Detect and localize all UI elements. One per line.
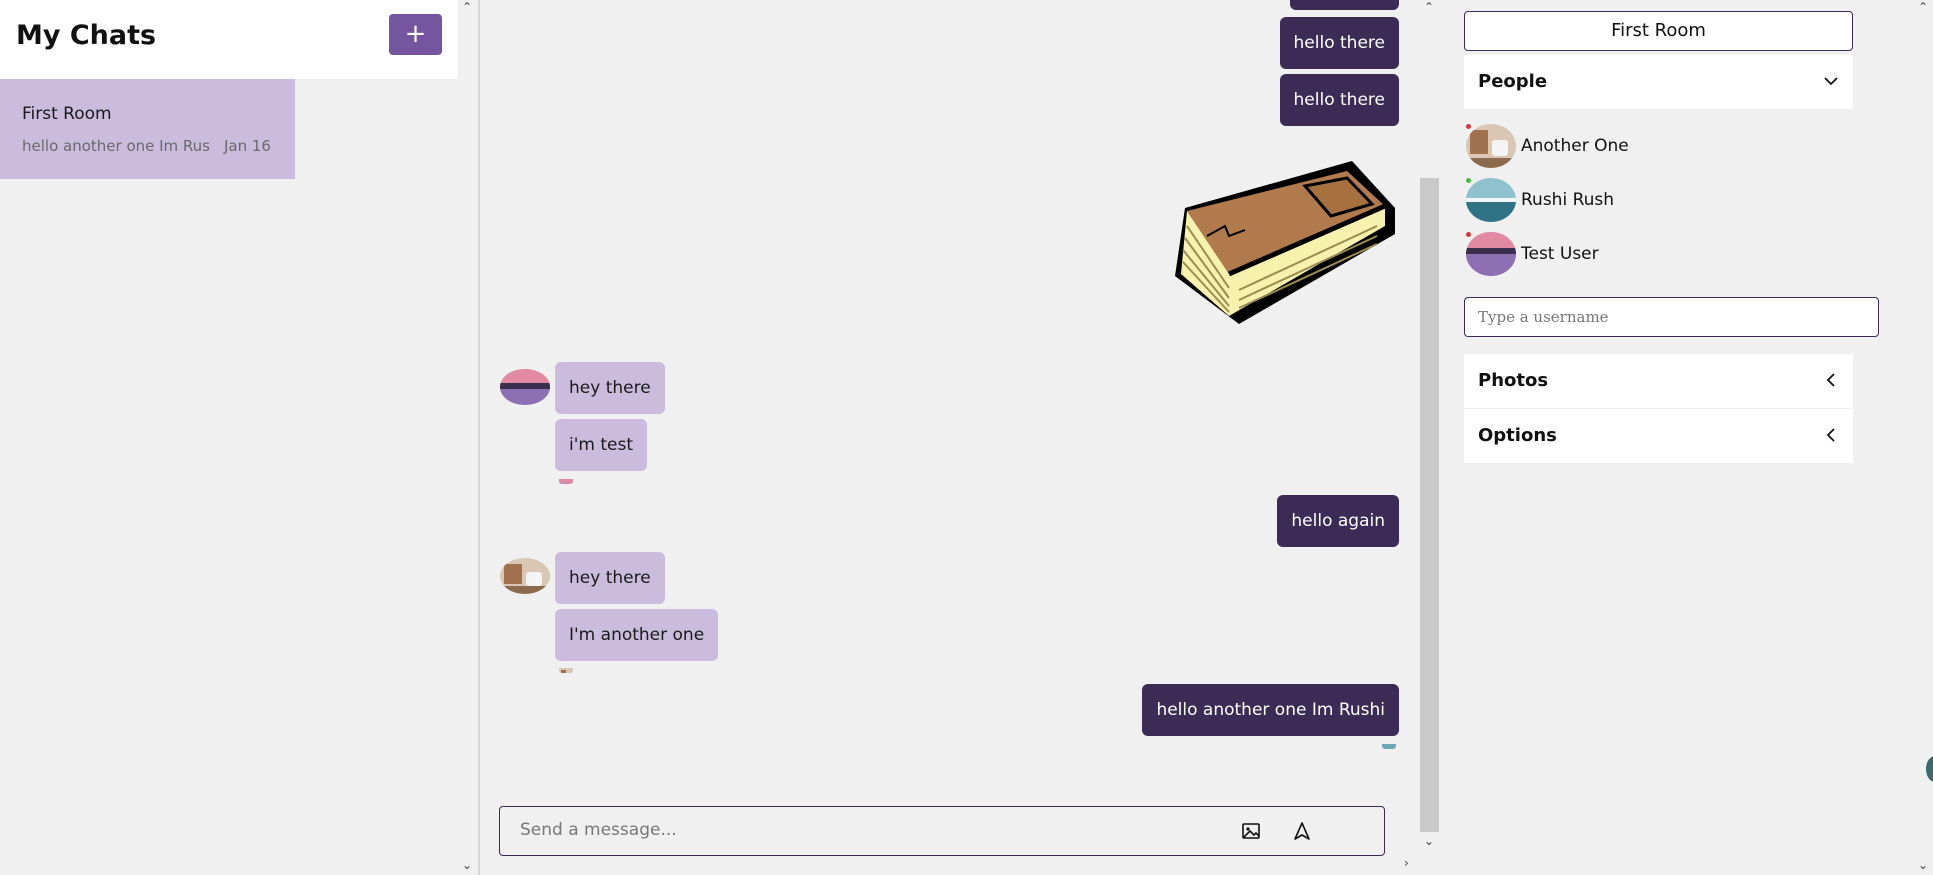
person-name: Rushi Rush [1521, 190, 1615, 210]
person-item[interactable]: Rushi Rush [1464, 178, 1764, 226]
chevron-down-icon [1824, 77, 1838, 86]
people-section-header[interactable]: People [1464, 55, 1853, 109]
message-bubble-incoming: i'm test [555, 419, 648, 471]
chat-app: My Chats + First Room hello another one … [0, 0, 1933, 875]
person-name: Another One [1521, 136, 1629, 156]
sender-avatar [500, 558, 550, 594]
chat-list-title: My Chats [16, 20, 157, 51]
scroll-right-arrow-icon[interactable]: › [1404, 856, 1409, 870]
chat-card-preview: hello another one Im Rus [22, 137, 210, 155]
chat-card-date: Jan 16 [224, 137, 271, 155]
options-label: Options [1478, 425, 1557, 446]
scroll-down-arrow-icon[interactable]: ⌄ [1918, 858, 1928, 872]
scroll-down-arrow-icon[interactable]: ⌄ [462, 858, 472, 872]
room-details-panel: First Room People Another One Rushi Rush… [1440, 0, 1933, 875]
message-bubble-outgoing [1289, 0, 1399, 10]
sender-avatar [500, 369, 550, 405]
chat-card-title: First Room [22, 104, 112, 124]
chat-list-panel: My Chats + First Room hello another one … [0, 0, 478, 875]
chat-scrollbar[interactable] [1420, 178, 1439, 832]
person-avatar [1466, 178, 1516, 222]
person-avatar [1466, 232, 1516, 276]
options-section-header[interactable]: Options [1464, 409, 1853, 463]
chat-list-header: My Chats + [0, 0, 458, 79]
person-avatar [1466, 124, 1516, 168]
scroll-up-arrow-icon[interactable]: ⌃ [462, 0, 472, 14]
scroll-up-arrow-icon[interactable]: ⌃ [1918, 0, 1928, 14]
read-receipt-avatar [559, 474, 573, 484]
message-bubble-outgoing: hello there [1279, 17, 1399, 69]
new-chat-button[interactable]: + [389, 14, 442, 55]
people-label: People [1478, 71, 1548, 92]
person-item[interactable]: Another One [1464, 124, 1764, 172]
message-bubble-outgoing: hello again [1277, 495, 1399, 547]
scroll-up-arrow-icon[interactable]: ⌃ [1424, 0, 1434, 14]
person-name: Test User [1521, 244, 1599, 264]
send-icon[interactable] [1291, 820, 1313, 842]
read-receipt-avatar [559, 663, 573, 673]
photos-label: Photos [1478, 370, 1549, 391]
photos-section-header[interactable]: Photos [1464, 354, 1853, 408]
book-sticker-image [1175, 161, 1395, 324]
chevron-left-icon [1826, 373, 1835, 387]
status-online-dot [1466, 178, 1471, 183]
username-input[interactable] [1464, 297, 1879, 337]
chevron-left-icon [1826, 428, 1835, 442]
message-bubble-incoming: I'm another one [555, 609, 719, 661]
room-title[interactable]: First Room [1464, 11, 1853, 51]
message-bubble-outgoing: hello another one Im Rushi [1142, 684, 1399, 736]
chat-card[interactable]: First Room hello another one Im Rus Jan … [0, 79, 295, 179]
read-receipt-avatar [1382, 739, 1396, 749]
message-composer [499, 806, 1385, 856]
person-item[interactable]: Test User [1464, 232, 1764, 280]
chat-feed: hello there hello there hey there i'm te… [480, 0, 1440, 875]
status-offline-dot [1466, 232, 1471, 237]
scroll-down-arrow-icon[interactable]: ⌄ [1424, 834, 1434, 848]
message-bubble-outgoing: hello there [1279, 74, 1399, 126]
message-bubble-incoming: hey there [555, 552, 665, 604]
message-input[interactable] [520, 820, 1220, 840]
status-offline-dot [1466, 124, 1471, 129]
image-upload-icon[interactable] [1240, 820, 1262, 842]
message-bubble-incoming: hey there [555, 362, 665, 414]
